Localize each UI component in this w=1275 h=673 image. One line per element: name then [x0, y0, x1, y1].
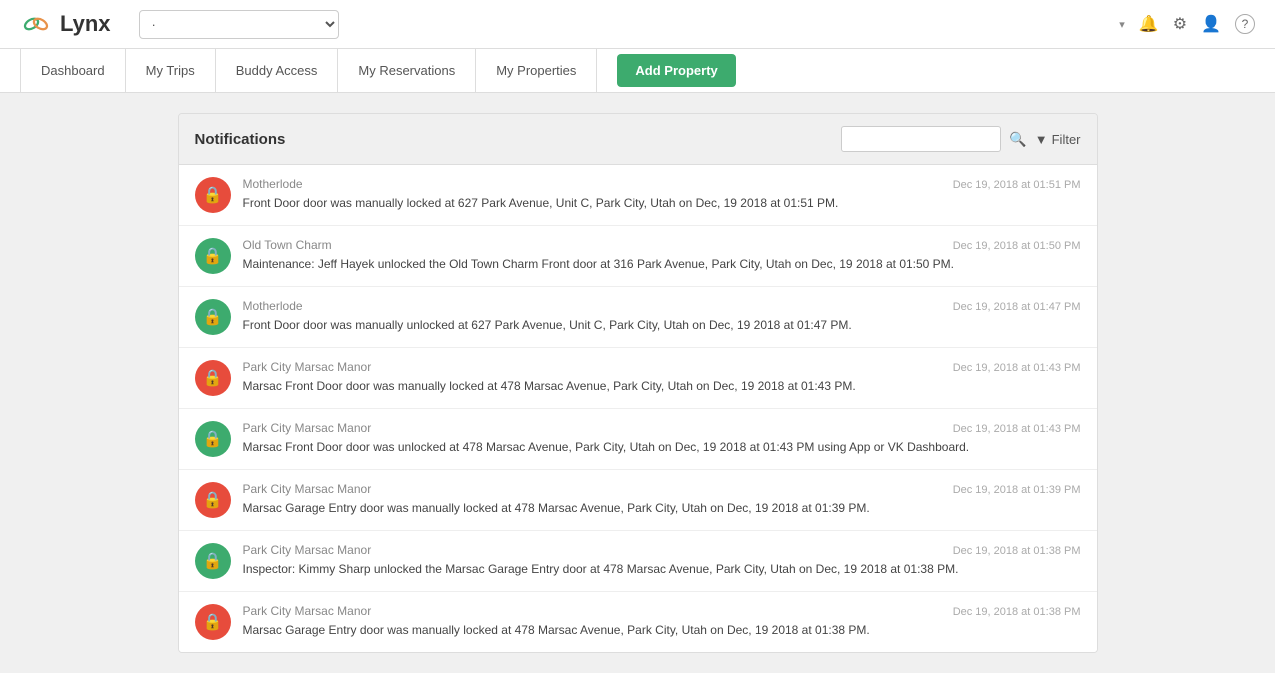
header-user: ▾ [1119, 18, 1125, 31]
header-left: Lynx · [20, 8, 339, 40]
notification-content: Park City Marsac Manor Dec 19, 2018 at 0… [243, 421, 1081, 456]
notification-item: 🔒 Park City Marsac Manor Dec 19, 2018 at… [179, 348, 1097, 409]
property-select[interactable]: · [139, 10, 339, 39]
main-content: Notifications 🔍 ▼ Filter 🔒 Motherlode De… [158, 93, 1118, 673]
notification-item: 🔒 Old Town Charm Dec 19, 2018 at 01:50 P… [179, 226, 1097, 287]
nav-item-my-properties[interactable]: My Properties [476, 49, 597, 92]
notification-content: Park City Marsac Manor Dec 19, 2018 at 0… [243, 543, 1081, 578]
notification-item: 🔒 Motherlode Dec 19, 2018 at 01:51 PM Fr… [179, 165, 1097, 226]
filter-label: Filter [1052, 132, 1081, 147]
logo-icon [20, 8, 52, 40]
notifications-list: 🔒 Motherlode Dec 19, 2018 at 01:51 PM Fr… [179, 165, 1097, 652]
nav-item-my-trips[interactable]: My Trips [126, 49, 216, 92]
notification-time: Dec 19, 2018 at 01:51 PM [953, 179, 1081, 191]
notification-top: Park City Marsac Manor Dec 19, 2018 at 0… [243, 543, 1081, 557]
notification-content: Old Town Charm Dec 19, 2018 at 01:50 PM … [243, 238, 1081, 273]
filter-icon: ▼ [1035, 132, 1048, 147]
notifications-title: Notifications [195, 131, 286, 148]
notification-item: 🔒 Park City Marsac Manor Dec 19, 2018 at… [179, 470, 1097, 531]
notification-message: Marsac Garage Entry door was manually lo… [243, 499, 1081, 517]
notifications-panel: Notifications 🔍 ▼ Filter 🔒 Motherlode De… [178, 113, 1098, 653]
notification-top: Park City Marsac Manor Dec 19, 2018 at 0… [243, 482, 1081, 496]
user-chevron-icon[interactable]: ▾ [1119, 18, 1125, 31]
notification-property: Park City Marsac Manor [243, 543, 372, 557]
notification-property: Motherlode [243, 299, 303, 313]
nav-item-my-reservations[interactable]: My Reservations [338, 49, 476, 92]
lock-icon: 🔒 [195, 360, 231, 396]
user-icon[interactable]: 👤 [1201, 14, 1221, 34]
notification-item: 🔒 Park City Marsac Manor Dec 19, 2018 at… [179, 531, 1097, 592]
notification-top: Park City Marsac Manor Dec 19, 2018 at 0… [243, 421, 1081, 435]
notification-top: Old Town Charm Dec 19, 2018 at 01:50 PM [243, 238, 1081, 252]
notification-property: Park City Marsac Manor [243, 604, 372, 618]
lock-icon: 🔒 [195, 604, 231, 640]
notification-time: Dec 19, 2018 at 01:39 PM [953, 484, 1081, 496]
lock-icon: 🔒 [195, 482, 231, 518]
notification-property: Motherlode [243, 177, 303, 191]
notification-top: Motherlode Dec 19, 2018 at 01:51 PM [243, 177, 1081, 191]
notification-item: 🔒 Motherlode Dec 19, 2018 at 01:47 PM Fr… [179, 287, 1097, 348]
notification-time: Dec 19, 2018 at 01:38 PM [953, 606, 1081, 618]
notification-item: 🔒 Park City Marsac Manor Dec 19, 2018 at… [179, 592, 1097, 652]
notification-message: Inspector: Kimmy Sharp unlocked the Mars… [243, 560, 1081, 578]
notification-content: Motherlode Dec 19, 2018 at 01:47 PM Fron… [243, 299, 1081, 334]
lock-icon: 🔒 [195, 543, 231, 579]
nav-item-buddy-access[interactable]: Buddy Access [216, 49, 339, 92]
notification-time: Dec 19, 2018 at 01:43 PM [953, 362, 1081, 374]
notification-content: Park City Marsac Manor Dec 19, 2018 at 0… [243, 482, 1081, 517]
help-icon[interactable]: ? [1235, 14, 1255, 34]
notification-property: Park City Marsac Manor [243, 482, 372, 496]
notification-message: Marsac Front Door door was unlocked at 4… [243, 438, 1081, 456]
notification-top: Park City Marsac Manor Dec 19, 2018 at 0… [243, 604, 1081, 618]
lock-icon: 🔒 [195, 177, 231, 213]
notification-message: Maintenance: Jeff Hayek unlocked the Old… [243, 255, 1081, 273]
notification-property: Park City Marsac Manor [243, 360, 372, 374]
filter-button[interactable]: ▼ Filter [1035, 132, 1081, 147]
gear-icon[interactable]: ⚙ [1173, 14, 1187, 34]
notification-message: Marsac Front Door door was manually lock… [243, 377, 1081, 395]
logo-text: Lynx [60, 11, 111, 37]
notifications-search-input[interactable] [841, 126, 1001, 152]
notification-time: Dec 19, 2018 at 01:47 PM [953, 301, 1081, 313]
lock-icon: 🔒 [195, 238, 231, 274]
add-property-button[interactable]: Add Property [617, 54, 735, 87]
lock-icon: 🔒 [195, 421, 231, 457]
notification-message: Front Door door was manually locked at 6… [243, 194, 1081, 212]
notification-top: Motherlode Dec 19, 2018 at 01:47 PM [243, 299, 1081, 313]
header: Lynx · ▾ 🔔 ⚙ 👤 ? [0, 0, 1275, 49]
notification-content: Motherlode Dec 19, 2018 at 01:51 PM Fron… [243, 177, 1081, 212]
notification-top: Park City Marsac Manor Dec 19, 2018 at 0… [243, 360, 1081, 374]
notification-time: Dec 19, 2018 at 01:38 PM [953, 545, 1081, 557]
nav-item-dashboard[interactable]: Dashboard [20, 49, 126, 92]
notification-item: 🔒 Park City Marsac Manor Dec 19, 2018 at… [179, 409, 1097, 470]
search-button[interactable]: 🔍 [1009, 131, 1026, 148]
notification-message: Front Door door was manually unlocked at… [243, 316, 1081, 334]
notification-property: Park City Marsac Manor [243, 421, 372, 435]
bell-icon[interactable]: 🔔 [1139, 14, 1159, 34]
notification-property: Old Town Charm [243, 238, 332, 252]
nav: Dashboard My Trips Buddy Access My Reser… [0, 49, 1275, 93]
header-search[interactable]: · [139, 10, 339, 39]
notification-time: Dec 19, 2018 at 01:50 PM [953, 240, 1081, 252]
header-right: ▾ 🔔 ⚙ 👤 ? [1119, 14, 1255, 34]
notification-content: Park City Marsac Manor Dec 19, 2018 at 0… [243, 360, 1081, 395]
notification-message: Marsac Garage Entry door was manually lo… [243, 621, 1081, 639]
notification-time: Dec 19, 2018 at 01:43 PM [953, 423, 1081, 435]
notifications-header: Notifications 🔍 ▼ Filter [179, 114, 1097, 165]
notifications-search-area: 🔍 ▼ Filter [841, 126, 1080, 152]
lock-icon: 🔒 [195, 299, 231, 335]
